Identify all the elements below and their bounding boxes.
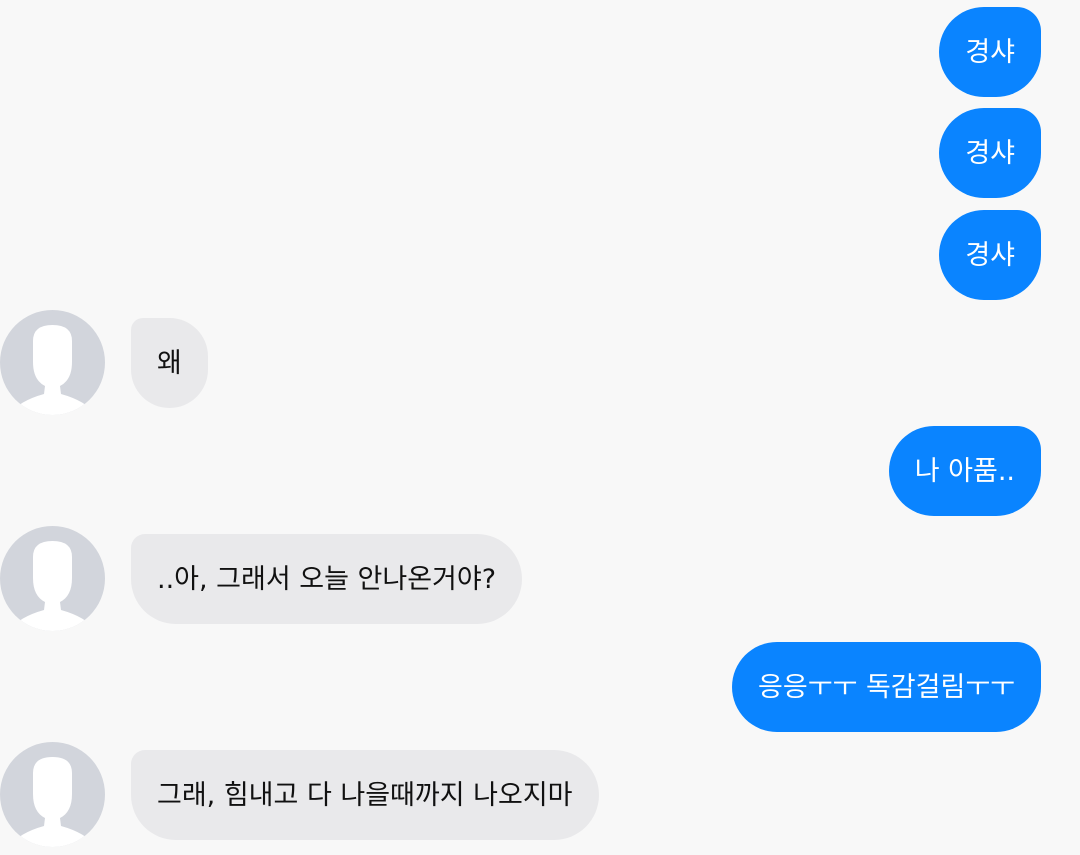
outgoing-message-bubble[interactable]: 경샤 (939, 210, 1041, 300)
message-text: 경샤 (965, 36, 1015, 68)
message-text: 응응ㅜㅜ 독감걸림ㅜㅜ (758, 671, 1015, 703)
incoming-message-bubble[interactable]: ..아, 그래서 오늘 안나온거야? (131, 534, 523, 624)
default-user-silhouette-icon (8, 757, 97, 847)
message-text: 경샤 (965, 137, 1015, 169)
message-text: 나 아품.. (914, 455, 1015, 487)
incoming-message-bubble[interactable]: 그래, 힘내고 다 나을때까지 나오지마 (131, 750, 599, 840)
contact-avatar[interactable] (0, 526, 105, 631)
incoming-message-bubble[interactable]: 왜 (131, 318, 208, 408)
outgoing-message-bubble[interactable]: 경샤 (939, 108, 1041, 198)
default-user-silhouette-icon (8, 541, 97, 631)
contact-avatar[interactable] (0, 742, 105, 847)
outgoing-message-bubble[interactable]: 나 아품.. (888, 426, 1041, 516)
chat-thread: 경샤 경샤 경샤 왜 나 아품.. ..아, 그래서 오늘 안나온거야? 응응ㅜ… (0, 0, 1080, 855)
default-user-silhouette-icon (8, 325, 97, 415)
contact-avatar[interactable] (0, 310, 105, 415)
outgoing-message-bubble[interactable]: 경샤 (939, 7, 1041, 97)
message-text: 왜 (157, 347, 182, 379)
message-text: 그래, 힘내고 다 나을때까지 나오지마 (157, 779, 573, 811)
message-text: ..아, 그래서 오늘 안나온거야? (157, 563, 497, 595)
message-text: 경샤 (965, 239, 1015, 271)
outgoing-message-bubble[interactable]: 응응ㅜㅜ 독감걸림ㅜㅜ (732, 642, 1041, 732)
